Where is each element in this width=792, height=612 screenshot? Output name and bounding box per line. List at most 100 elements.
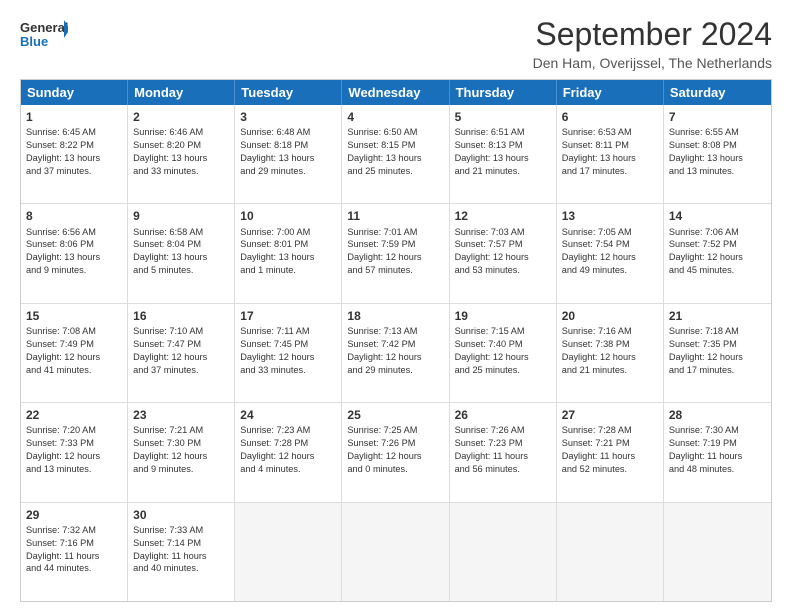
day-number: 27 xyxy=(562,407,658,423)
day-details: Sunrise: 6:50 AM Sunset: 8:15 PM Dayligh… xyxy=(347,126,443,178)
day-details: Sunrise: 7:08 AM Sunset: 7:49 PM Dayligh… xyxy=(26,325,122,377)
day-27: 27Sunrise: 7:28 AM Sunset: 7:21 PM Dayli… xyxy=(557,403,664,501)
day-number: 7 xyxy=(669,109,766,125)
day-3: 3Sunrise: 6:48 AM Sunset: 8:18 PM Daylig… xyxy=(235,105,342,203)
day-2: 2Sunrise: 6:46 AM Sunset: 8:20 PM Daylig… xyxy=(128,105,235,203)
header-wednesday: Wednesday xyxy=(342,80,449,105)
day-number: 5 xyxy=(455,109,551,125)
day-number: 29 xyxy=(26,507,122,523)
day-22: 22Sunrise: 7:20 AM Sunset: 7:33 PM Dayli… xyxy=(21,403,128,501)
day-30: 30Sunrise: 7:33 AM Sunset: 7:14 PM Dayli… xyxy=(128,503,235,601)
day-number: 26 xyxy=(455,407,551,423)
header-thursday: Thursday xyxy=(450,80,557,105)
day-details: Sunrise: 6:58 AM Sunset: 8:04 PM Dayligh… xyxy=(133,226,229,278)
day-details: Sunrise: 7:01 AM Sunset: 7:59 PM Dayligh… xyxy=(347,226,443,278)
day-25: 25Sunrise: 7:25 AM Sunset: 7:26 PM Dayli… xyxy=(342,403,449,501)
day-details: Sunrise: 7:33 AM Sunset: 7:14 PM Dayligh… xyxy=(133,524,229,576)
day-number: 13 xyxy=(562,208,658,224)
day-15: 15Sunrise: 7:08 AM Sunset: 7:49 PM Dayli… xyxy=(21,304,128,402)
day-14: 14 Sunrise: 7:06 AM Sunset: 7:52 PM Dayli… xyxy=(664,204,771,302)
day-number: 17 xyxy=(240,308,336,324)
day-number: 19 xyxy=(455,308,551,324)
logo: General Blue xyxy=(20,16,68,58)
empty-cell xyxy=(557,503,664,601)
day-7: 7Sunrise: 6:55 AM Sunset: 8:08 PM Daylig… xyxy=(664,105,771,203)
day-number: 24 xyxy=(240,407,336,423)
day-number: 21 xyxy=(669,308,766,324)
day-number: 8 xyxy=(26,208,122,224)
title-block: September 2024 Den Ham, Overijssel, The … xyxy=(533,16,772,71)
day-details: Sunrise: 7:25 AM Sunset: 7:26 PM Dayligh… xyxy=(347,424,443,476)
day-26: 26Sunrise: 7:26 AM Sunset: 7:23 PM Dayli… xyxy=(450,403,557,501)
day-number: 2 xyxy=(133,109,229,125)
day-20: 20Sunrise: 7:16 AM Sunset: 7:38 PM Dayli… xyxy=(557,304,664,402)
empty-cell xyxy=(235,503,342,601)
day-24: 24Sunrise: 7:23 AM Sunset: 7:28 PM Dayli… xyxy=(235,403,342,501)
day-number: 18 xyxy=(347,308,443,324)
day-number: 4 xyxy=(347,109,443,125)
day-16: 16Sunrise: 7:10 AM Sunset: 7:47 PM Dayli… xyxy=(128,304,235,402)
day-details: Sunrise: 7:06 AM Sunset: 7:52 PM Dayligh… xyxy=(669,226,766,278)
day-details: Sunrise: 7:23 AM Sunset: 7:28 PM Dayligh… xyxy=(240,424,336,476)
day-details: Sunrise: 7:15 AM Sunset: 7:40 PM Dayligh… xyxy=(455,325,551,377)
svg-text:Blue: Blue xyxy=(20,34,48,49)
empty-cell xyxy=(342,503,449,601)
day-21: 21Sunrise: 7:18 AM Sunset: 7:35 PM Dayli… xyxy=(664,304,771,402)
day-details: Sunrise: 7:28 AM Sunset: 7:21 PM Dayligh… xyxy=(562,424,658,476)
header: General Blue September 2024 Den Ham, Ove… xyxy=(20,16,772,71)
header-tuesday: Tuesday xyxy=(235,80,342,105)
day-details: Sunrise: 7:13 AM Sunset: 7:42 PM Dayligh… xyxy=(347,325,443,377)
day-number: 14 xyxy=(669,208,766,224)
day-number: 28 xyxy=(669,407,766,423)
header-friday: Friday xyxy=(557,80,664,105)
day-number: 11 xyxy=(347,208,443,224)
day-details: Sunrise: 6:48 AM Sunset: 8:18 PM Dayligh… xyxy=(240,126,336,178)
day-23: 23Sunrise: 7:21 AM Sunset: 7:30 PM Dayli… xyxy=(128,403,235,501)
day-number: 9 xyxy=(133,208,229,224)
day-details: Sunrise: 7:16 AM Sunset: 7:38 PM Dayligh… xyxy=(562,325,658,377)
header-monday: Monday xyxy=(128,80,235,105)
location: Den Ham, Overijssel, The Netherlands xyxy=(533,55,772,71)
day-details: Sunrise: 7:21 AM Sunset: 7:30 PM Dayligh… xyxy=(133,424,229,476)
day-28: 28Sunrise: 7:30 AM Sunset: 7:19 PM Dayli… xyxy=(664,403,771,501)
day-details: Sunrise: 7:20 AM Sunset: 7:33 PM Dayligh… xyxy=(26,424,122,476)
day-details: Sunrise: 7:30 AM Sunset: 7:19 PM Dayligh… xyxy=(669,424,766,476)
day-details: Sunrise: 7:00 AM Sunset: 8:01 PM Dayligh… xyxy=(240,226,336,278)
day-details: Sunrise: 7:03 AM Sunset: 7:57 PM Dayligh… xyxy=(455,226,551,278)
svg-text:General: General xyxy=(20,20,68,35)
day-details: Sunrise: 6:46 AM Sunset: 8:20 PM Dayligh… xyxy=(133,126,229,178)
day-number: 25 xyxy=(347,407,443,423)
day-5: 5Sunrise: 6:51 AM Sunset: 8:13 PM Daylig… xyxy=(450,105,557,203)
header-sunday: Sunday xyxy=(21,80,128,105)
day-11: 11 Sunrise: 7:01 AM Sunset: 7:59 PM Dayli… xyxy=(342,204,449,302)
day-details: Sunrise: 6:55 AM Sunset: 8:08 PM Dayligh… xyxy=(669,126,766,178)
day-19: 19Sunrise: 7:15 AM Sunset: 7:40 PM Dayli… xyxy=(450,304,557,402)
day-13: 13Sunrise: 7:05 AM Sunset: 7:54 PM Dayli… xyxy=(557,204,664,302)
day-details: Sunrise: 7:32 AM Sunset: 7:16 PM Dayligh… xyxy=(26,524,122,576)
empty-cell xyxy=(450,503,557,601)
day-4: 4Sunrise: 6:50 AM Sunset: 8:15 PM Daylig… xyxy=(342,105,449,203)
day-number: 20 xyxy=(562,308,658,324)
day-1: 1Sunrise: 6:45 AM Sunset: 8:22 PM Daylig… xyxy=(21,105,128,203)
empty-cell xyxy=(664,503,771,601)
week-row-1: 1Sunrise: 6:45 AM Sunset: 8:22 PM Daylig… xyxy=(21,105,771,203)
day-12: 12Sunrise: 7:03 AM Sunset: 7:57 PM Dayli… xyxy=(450,204,557,302)
month-title: September 2024 xyxy=(533,16,772,53)
day-9: 9 Sunrise: 6:58 AM Sunset: 8:04 PM Daylig… xyxy=(128,204,235,302)
day-details: Sunrise: 6:53 AM Sunset: 8:11 PM Dayligh… xyxy=(562,126,658,178)
day-details: Sunrise: 7:26 AM Sunset: 7:23 PM Dayligh… xyxy=(455,424,551,476)
week-row-2: 8Sunrise: 6:56 AM Sunset: 8:06 PM Daylig… xyxy=(21,203,771,302)
day-8: 8Sunrise: 6:56 AM Sunset: 8:06 PM Daylig… xyxy=(21,204,128,302)
day-number: 30 xyxy=(133,507,229,523)
page: General Blue September 2024 Den Ham, Ove… xyxy=(0,0,792,612)
day-details: Sunrise: 7:11 AM Sunset: 7:45 PM Dayligh… xyxy=(240,325,336,377)
day-18: 18Sunrise: 7:13 AM Sunset: 7:42 PM Dayli… xyxy=(342,304,449,402)
calendar-header: Sunday Monday Tuesday Wednesday Thursday… xyxy=(21,80,771,105)
week-row-5: 29Sunrise: 7:32 AM Sunset: 7:16 PM Dayli… xyxy=(21,502,771,601)
day-details: Sunrise: 6:51 AM Sunset: 8:13 PM Dayligh… xyxy=(455,126,551,178)
day-number: 3 xyxy=(240,109,336,125)
day-number: 22 xyxy=(26,407,122,423)
week-row-4: 22Sunrise: 7:20 AM Sunset: 7:33 PM Dayli… xyxy=(21,402,771,501)
day-10: 10Sunrise: 7:00 AM Sunset: 8:01 PM Dayli… xyxy=(235,204,342,302)
day-number: 16 xyxy=(133,308,229,324)
